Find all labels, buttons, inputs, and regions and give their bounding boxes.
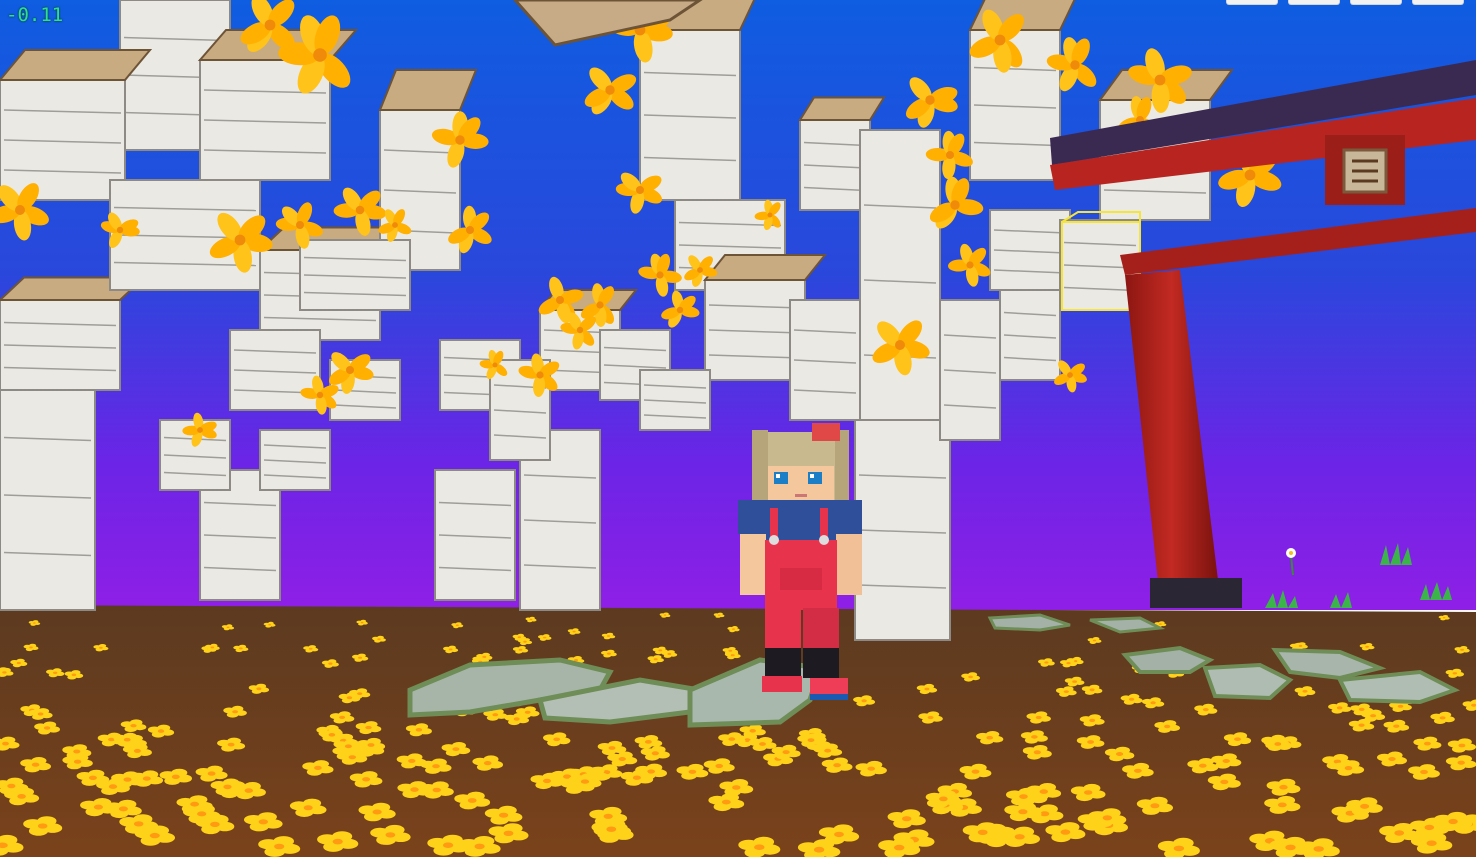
top-button-4[interactable] (1412, 0, 1464, 5)
fps-counter: -0.11 (6, 4, 64, 26)
top-button-3[interactable] (1350, 0, 1402, 5)
top-toolbar (1226, 0, 1464, 5)
top-button-1[interactable] (1226, 0, 1278, 5)
top-button-2[interactable] (1288, 0, 1340, 5)
game-viewport[interactable] (0, 0, 1476, 857)
